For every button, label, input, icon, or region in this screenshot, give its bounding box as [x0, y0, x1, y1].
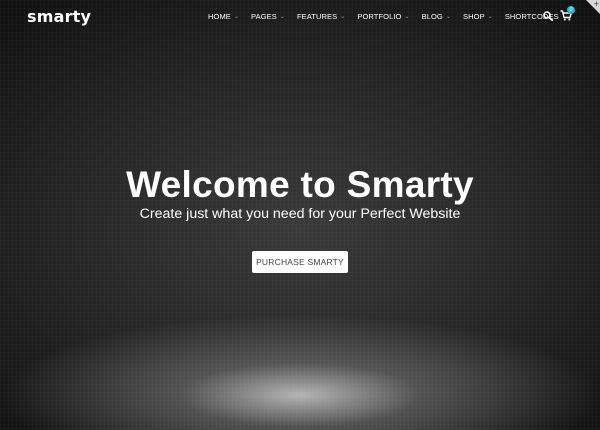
chevron-down-icon: ⌄ [487, 14, 493, 20]
menu-item-label: HOME [208, 12, 231, 21]
menu-item-label: PAGES [251, 12, 277, 21]
menu-item-shop[interactable]: SHOP ⌄ [463, 12, 493, 21]
menu-item-pages[interactable]: PAGES ⌄ [251, 12, 285, 21]
menu-item-label: FEATURES [296, 12, 338, 21]
menu-item-features[interactable]: FEATURES ⌄ [297, 12, 345, 21]
main-menu: HOME ⌄ PAGES ⌄ FEATURES ⌄ PORTFOLIO ⌄ BLOG ⌄ … [208, 12, 579, 21]
chevron-down-icon: ⌄ [279, 14, 285, 20]
cart-count-badge: 0 [567, 6, 575, 14]
plus-icon[interactable]: + [594, 0, 599, 9]
menu-item-blog[interactable]: BLOG ⌄ [422, 12, 451, 21]
search-icon[interactable] [543, 11, 553, 21]
menu-item-label: BLOG [421, 12, 443, 21]
chevron-down-icon: ⌄ [404, 14, 410, 20]
menu-item-portfolio[interactable]: PORTFOLIO ⌄ [357, 12, 409, 21]
logo[interactable]: smarty [27, 7, 91, 26]
hero-title: Welcome to Smarty [126, 164, 474, 205]
hero-subtitle: Create just what you need for your Perfe… [139, 206, 461, 222]
chevron-down-icon: ⌄ [445, 14, 452, 20]
chevron-down-icon: ⌄ [340, 14, 346, 20]
menu-item-label: SHOP [463, 12, 485, 21]
purchase-button[interactable]: PURCHASE SMARTY [252, 251, 348, 273]
menu-item-label: PORTFOLIO [357, 12, 402, 21]
top-navbar: smarty HOME ⌄ PAGES ⌄ FEATURES ⌄ PORTFOLIO ⌄… [0, 0, 600, 36]
menu-item-shortcodes[interactable]: SHORTCODES ⌄ [505, 12, 567, 21]
chevron-down-icon: ⌄ [233, 14, 240, 20]
menu-item-home[interactable]: HOME ⌄ [208, 12, 239, 21]
